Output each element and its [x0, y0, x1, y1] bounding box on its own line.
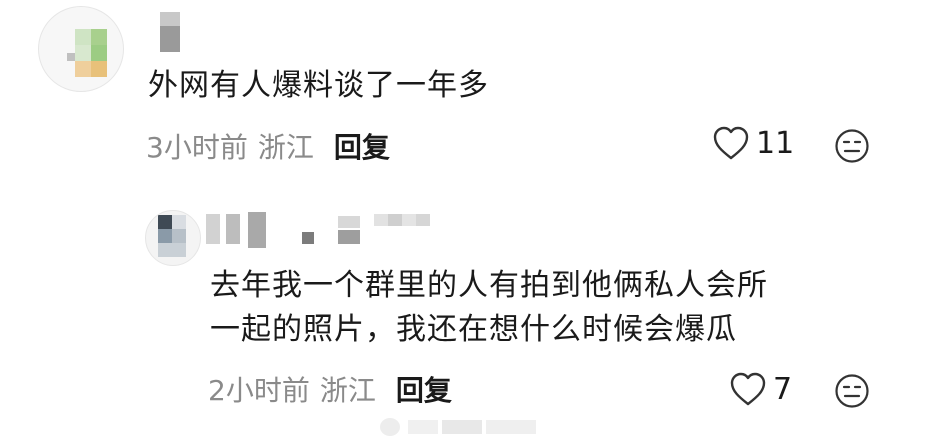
- reply-like-count: 7: [773, 371, 793, 407]
- avatar-blur-block: [75, 61, 91, 77]
- avatar-blur-block: [172, 229, 186, 243]
- comment-text: 外网有人爆料谈了一年多: [148, 68, 489, 103]
- reply-text-line1: 去年我一个群里的人有拍到他俩私人会所: [210, 268, 768, 303]
- reply-meta: 2小时前 浙江 回复: [208, 369, 452, 409]
- avatar-blur-block: [158, 215, 172, 229]
- heart-outline-icon: [713, 126, 749, 160]
- avatar-blur-block: [91, 29, 107, 45]
- avatar[interactable]: [38, 6, 124, 92]
- reply-reply-button[interactable]: 回复: [396, 369, 452, 409]
- neutral-face-icon[interactable]: [834, 128, 870, 164]
- avatar-blur-block: [75, 29, 91, 45]
- reply-username-redacted[interactable]: [206, 212, 506, 252]
- comment-location: 浙江: [257, 131, 314, 164]
- neutral-face-icon[interactable]: [834, 373, 870, 409]
- avatar-blur-block: [67, 53, 75, 61]
- reply-button[interactable]: 回复: [334, 126, 390, 166]
- like-button[interactable]: 11: [712, 125, 794, 161]
- reply-text-line2: 一起的照片，我还在想什么时候会爆瓜: [210, 312, 737, 347]
- username-redacted[interactable]: [160, 12, 180, 52]
- avatar-blur-block: [75, 45, 91, 61]
- avatar-blur-block: [172, 215, 186, 229]
- comment-time: 3小时前: [146, 131, 248, 164]
- avatar-blur-block: [158, 229, 172, 243]
- like-count: 11: [756, 125, 795, 161]
- heart-outline-icon: [730, 372, 766, 406]
- avatar-blur-block: [91, 61, 107, 77]
- avatar-blur-block: [91, 45, 107, 61]
- watermark: [380, 412, 550, 440]
- comment-meta: 3小时前 浙江 回复: [146, 126, 390, 166]
- avatar-blur-block: [158, 243, 186, 257]
- reply-time: 2小时前: [208, 374, 310, 407]
- reply-location: 浙江: [319, 374, 376, 407]
- reply-like-button[interactable]: 7: [729, 371, 792, 407]
- reply-avatar[interactable]: [145, 210, 201, 266]
